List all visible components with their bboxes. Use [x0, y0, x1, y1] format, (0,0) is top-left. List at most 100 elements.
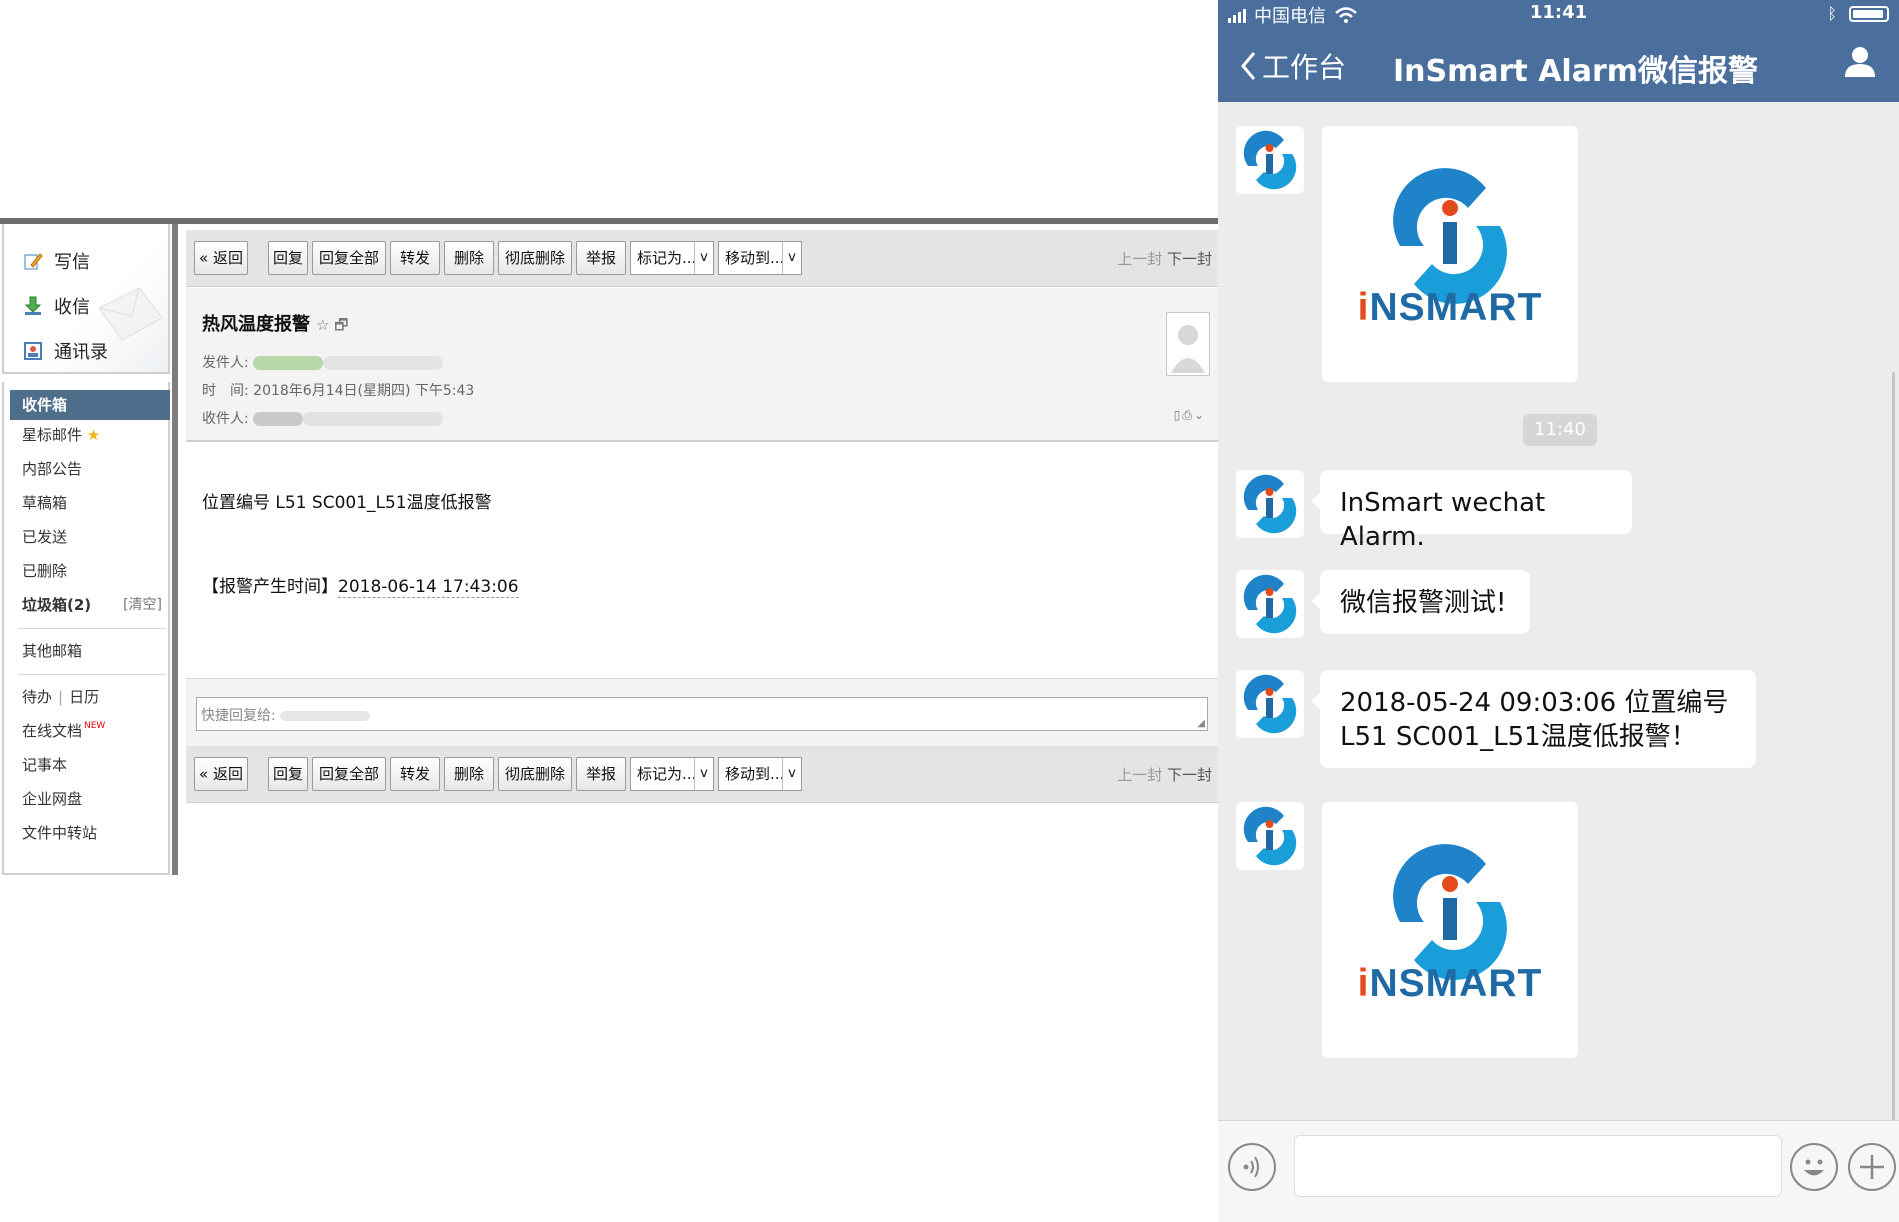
star-outline-icon[interactable]: ☆: [316, 316, 329, 334]
message-bubble[interactable]: InSmart wechat Alarm.: [1311, 470, 1632, 552]
folder-starred[interactable]: 星标邮件 ★: [10, 420, 170, 450]
folder-sent[interactable]: 已发送: [10, 522, 170, 552]
message-bubble[interactable]: 2018-05-24 09:03:06 位置编号 L51 SC001_L51温度…: [1311, 670, 1756, 768]
move-to-select[interactable]: 移动到... v: [718, 241, 802, 275]
online-docs-label: 在线文档: [22, 722, 83, 740]
quick-reply-bar: 快捷回复给: ◢: [186, 678, 1218, 747]
receive-label: 收信: [54, 297, 90, 318]
folder-spam[interactable]: 垃圾箱(2) [清空]: [10, 590, 170, 620]
star-icon: ★: [86, 426, 101, 444]
back-button[interactable]: « 返回: [194, 241, 248, 275]
tool-online-docs[interactable]: 在线文档 NEW: [10, 716, 170, 746]
image-message[interactable]: iNSMART: [1322, 126, 1578, 382]
voice-button[interactable]: [1228, 1143, 1276, 1191]
receive-button[interactable]: 收信: [22, 291, 90, 321]
mark-as-label: 标记为...: [637, 765, 697, 783]
message-bubble[interactable]: 微信报警测试!: [1311, 570, 1530, 634]
compose-label: 写信: [54, 252, 90, 273]
move-to-label: 移动到...: [725, 765, 785, 783]
mark-as-select[interactable]: 标记为... v: [630, 241, 714, 275]
print-icon[interactable]: ⎙: [1182, 408, 1194, 422]
message-header: 热风温度报警 ☆ 🗗 发件人: 时 间: 2018年6月14日(星期四) 下午5:…: [186, 288, 1218, 442]
tool-notes[interactable]: 记事本: [10, 750, 170, 780]
bot-avatar[interactable]: [1236, 802, 1304, 870]
folder-divider: [18, 628, 166, 629]
move-to-label: 移动到...: [725, 249, 785, 267]
folder-deleted[interactable]: 已删除: [10, 556, 170, 586]
chat-area: iNSMART 11:40 InSmart wechat Alarm. 微信报警…: [1218, 102, 1899, 1122]
delete-permanently-button[interactable]: 彻底删除: [498, 757, 572, 791]
bot-avatar[interactable]: [1236, 670, 1304, 738]
image-message[interactable]: iNSMART: [1322, 802, 1578, 1058]
pipe-divider: |: [58, 688, 64, 706]
logo-wordmark: iNSMART: [1357, 962, 1543, 1005]
forward-button[interactable]: 转发: [390, 757, 440, 791]
reply-button[interactable]: 回复: [268, 241, 308, 275]
sidebar-splitter[interactable]: [172, 224, 178, 875]
reply-all-button[interactable]: 回复全部: [312, 241, 386, 275]
delete-button[interactable]: 删除: [444, 241, 494, 275]
folder-drafts-label: 草稿箱: [22, 494, 68, 512]
recipient-row: 收件人:: [202, 408, 444, 428]
quick-reply-input[interactable]: 快捷回复给: ◢: [196, 697, 1208, 731]
new-badge: NEW: [84, 721, 106, 731]
report-button[interactable]: 举报: [576, 241, 626, 275]
user-profile-icon[interactable]: [1843, 44, 1877, 82]
folder-inbox-label: 收件箱: [22, 396, 68, 414]
emoji-button[interactable]: [1790, 1143, 1838, 1191]
tool-file-transfer[interactable]: 文件中转站: [10, 818, 170, 848]
resize-grip-icon[interactable]: ◢: [1197, 718, 1205, 729]
back-button[interactable]: 工作台: [1240, 46, 1346, 86]
chevron-down-icon: v: [782, 758, 801, 790]
folder-announcements[interactable]: 内部公告: [10, 454, 170, 484]
status-bar: 中国电信 11:41 ᛒ: [1218, 0, 1899, 28]
message-input[interactable]: [1294, 1135, 1782, 1197]
reply-all-button[interactable]: 回复全部: [312, 757, 386, 791]
delete-permanently-button[interactable]: 彻底删除: [498, 241, 572, 275]
message-text: InSmart wechat Alarm.: [1340, 488, 1546, 552]
back-label: 工作台: [1262, 51, 1347, 84]
prev-message-link[interactable]: 上一封: [1117, 250, 1162, 268]
chat-input-bar: [1218, 1120, 1899, 1222]
compose-button[interactable]: 写信: [22, 246, 90, 276]
envelope-watermark-icon: [98, 287, 163, 341]
folder-other[interactable]: 其他邮箱: [10, 636, 170, 666]
header-actions: ▯⎙⌄: [1174, 408, 1206, 423]
folder-list: 收件箱 星标邮件 ★ 内部公告 草稿箱 已发送 已删除 垃圾箱(2) [清空] …: [2, 382, 170, 875]
message-text-line1: 2018-05-24 09:03:06 位置编号: [1340, 688, 1729, 718]
bot-avatar[interactable]: [1236, 470, 1304, 538]
next-message-link[interactable]: 下一封: [1167, 766, 1212, 784]
chevron-down-icon: v: [694, 242, 713, 274]
popout-icon[interactable]: 🗗: [334, 316, 348, 334]
chat-title: InSmart Alarm微信报警: [1393, 54, 1759, 89]
forward-button[interactable]: 转发: [390, 241, 440, 275]
folder-drafts[interactable]: 草稿箱: [10, 488, 170, 518]
delete-button[interactable]: 删除: [444, 757, 494, 791]
todo-link[interactable]: 待办: [22, 688, 52, 706]
tool-netdisk[interactable]: 企业网盘: [10, 784, 170, 814]
mark-as-select[interactable]: 标记为... v: [630, 757, 714, 791]
clear-spam-link[interactable]: [清空]: [123, 590, 162, 620]
prev-message-link[interactable]: 上一封: [1117, 766, 1162, 784]
bot-avatar[interactable]: [1236, 126, 1304, 194]
next-message-link[interactable]: 下一封: [1167, 250, 1212, 268]
folder-sent-label: 已发送: [22, 528, 68, 546]
reply-button[interactable]: 回复: [268, 757, 308, 791]
top-divider: [0, 218, 1218, 224]
emoji-icon: [1804, 1159, 1824, 1176]
battery-icon: [1849, 5, 1889, 22]
alarm-time-value[interactable]: 2018-06-14 17:43:06: [338, 577, 519, 598]
receive-icon: [22, 295, 44, 317]
bot-avatar[interactable]: [1236, 570, 1304, 638]
chat-scrollbar[interactable]: [1892, 372, 1895, 1122]
more-button[interactable]: [1848, 1143, 1896, 1191]
report-button[interactable]: 举报: [576, 757, 626, 791]
calendar-link[interactable]: 日历: [69, 688, 99, 706]
folder-inbox[interactable]: 收件箱: [10, 390, 170, 420]
message-body: 位置编号 L51 SC001_L51温度低报警 【报警产生时间】2018-06-…: [186, 442, 1218, 678]
back-button[interactable]: « 返回: [194, 757, 248, 791]
move-to-select[interactable]: 移动到... v: [718, 757, 802, 791]
pager: 上一封 下一封: [1117, 248, 1212, 269]
file-transfer-label: 文件中转站: [22, 824, 98, 842]
chevron-down-icon[interactable]: ⌄: [1194, 408, 1206, 422]
